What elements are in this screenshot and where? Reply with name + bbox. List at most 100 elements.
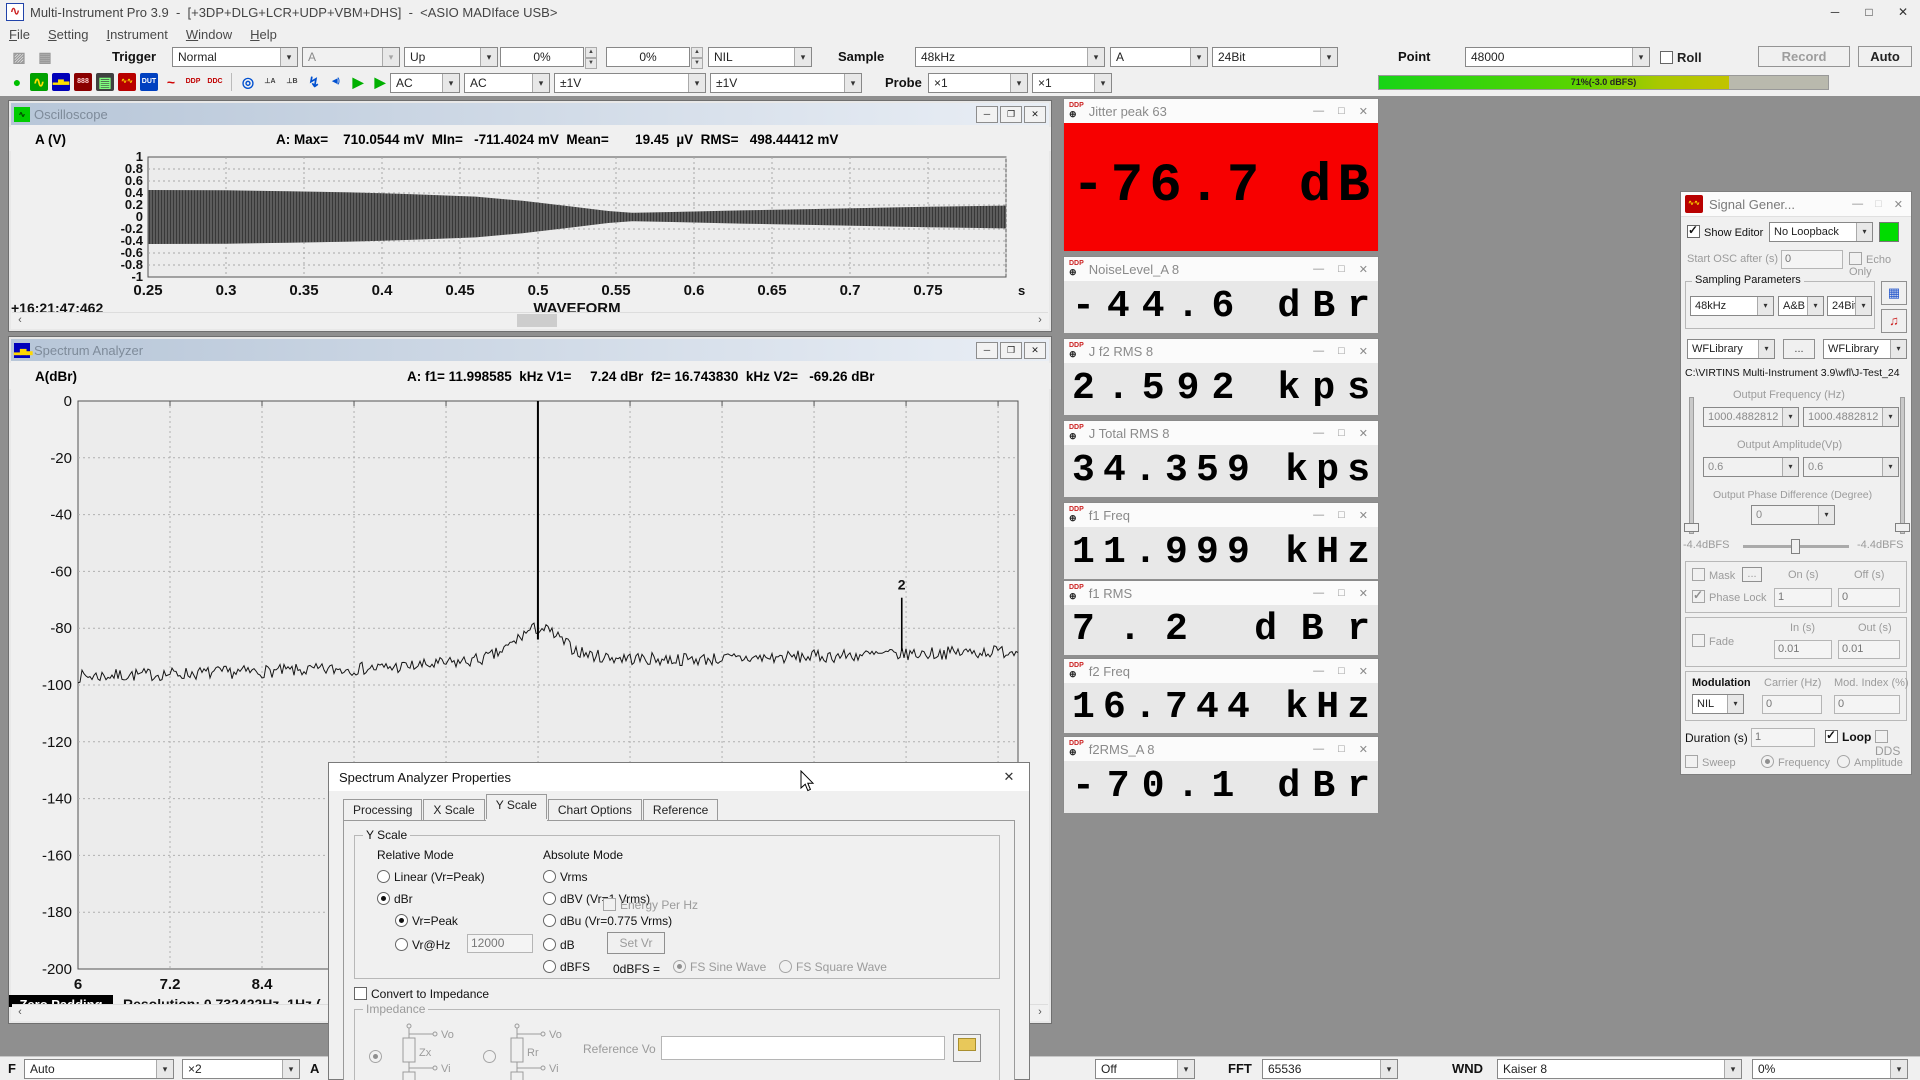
ddc-viewer-icon[interactable]: DDC <box>206 73 224 91</box>
siggen-rate-combo[interactable]: 48kHz <box>1690 296 1774 316</box>
menu-instrument[interactable]: Instrument <box>97 26 176 43</box>
reference-vo-input[interactable] <box>661 1036 945 1060</box>
marker-a-icon[interactable]: ⊥A <box>261 73 279 91</box>
maximize-icon[interactable]: □ <box>1852 1 1886 23</box>
fade-in-input[interactable]: 0.01 <box>1774 640 1832 659</box>
oscilloscope-plot[interactable]: 10.80.60.40.20-0.2-0.4-0.6-0.8-10.250.30… <box>9 151 1047 317</box>
ddp-close-icon[interactable]: ✕ <box>1359 665 1368 678</box>
marker-b-icon[interactable]: ⊥B <box>283 73 301 91</box>
ddp-close-icon[interactable]: ✕ <box>1359 263 1368 276</box>
menu-file[interactable]: File <box>0 26 39 43</box>
signal-generator-icon[interactable]: ∿∿ <box>118 73 136 91</box>
ddp-title-bar[interactable]: DDP⊕ f1 Freq — □ ✕ <box>1064 503 1378 527</box>
tab-x-scale[interactable]: X Scale <box>423 799 484 821</box>
ddp-close-icon[interactable]: ✕ <box>1359 743 1368 756</box>
trigger-edge-combo[interactable]: Up <box>404 47 498 67</box>
trigger-level-spinner[interactable]: 0%▲▼ <box>500 47 584 67</box>
dbfs-radio[interactable]: dBFS <box>543 960 590 974</box>
open-file-icon[interactable]: ▨ <box>10 48 28 66</box>
sweep-amplitude-radio[interactable]: Amplitude <box>1837 755 1903 769</box>
set-vr-button[interactable]: Set Vr <box>607 932 665 954</box>
amplitude-slider-b[interactable] <box>1900 397 1905 534</box>
spectrum-analyzer-icon[interactable]: ▂▅▃ <box>52 73 70 91</box>
ddp-title-bar[interactable]: DDP⊕ NoiseLevel_A 8 — □ ✕ <box>1064 257 1378 281</box>
roll-checkbox[interactable]: Roll <box>1660 50 1702 65</box>
auto-button[interactable]: Auto <box>1858 46 1912 67</box>
acquisition-mode-combo[interactable]: Auto <box>24 1059 174 1079</box>
ddp-maximize-icon[interactable]: □ <box>1338 427 1345 440</box>
phase-lock-checkbox[interactable]: Phase Lock <box>1692 590 1766 604</box>
siggen-channels-combo[interactable]: A&B <box>1778 296 1824 316</box>
ddp-close-icon[interactable]: ✕ <box>1359 587 1368 600</box>
minimize-icon[interactable]: ─ <box>1818 1 1852 23</box>
range-b-combo[interactable]: ±1V <box>710 73 862 93</box>
probe-b-combo[interactable]: ×1 <box>1032 73 1112 93</box>
spectrum-3d-plot-icon[interactable]: ▤ <box>96 73 114 91</box>
ddp-title-bar[interactable]: DDP⊕ f1 RMS — □ ✕ <box>1064 581 1378 605</box>
probe-a-combo[interactable]: ×1 <box>928 73 1028 93</box>
ddp-minimize-icon[interactable]: — <box>1313 105 1324 118</box>
db-radio[interactable]: dB <box>543 938 575 952</box>
mask-on-input[interactable]: 1 <box>1774 588 1832 607</box>
amplitude-slider-a[interactable] <box>1689 397 1694 534</box>
vr-hz-input[interactable]: 12000 <box>467 934 533 953</box>
oscilloscope-close-icon[interactable]: ✕ <box>1024 106 1046 123</box>
ddp-title-bar[interactable]: DDP⊕ J f2 RMS 8 — □ ✕ <box>1064 339 1378 363</box>
spectrum-minimize-icon[interactable]: ─ <box>976 342 998 359</box>
tab-chart-options[interactable]: Chart Options <box>548 799 642 821</box>
wf-library-b-combo[interactable]: WFLibrary <box>1823 339 1907 359</box>
ddp-minimize-icon[interactable]: — <box>1313 587 1324 600</box>
output-frequency-b-combo[interactable]: 1000.4882812 <box>1803 407 1899 427</box>
impedance-mode-2-radio[interactable] <box>483 1050 500 1064</box>
range-a-combo[interactable]: ±1V <box>554 73 706 93</box>
ddp-close-icon[interactable]: ✕ <box>1359 105 1368 118</box>
ddp-close-icon[interactable]: ✕ <box>1359 509 1368 522</box>
ddp-maximize-icon[interactable]: □ <box>1338 743 1345 756</box>
intra-frame-combo[interactable]: Off <box>1095 1059 1195 1079</box>
run-repeat-icon[interactable]: ▶ <box>371 73 389 91</box>
run-stop-indicator[interactable]: ● <box>8 73 26 91</box>
sweep-checkbox[interactable]: Sweep <box>1685 755 1736 769</box>
trigger-source-combo[interactable]: A <box>302 47 400 67</box>
sample-channel-combo[interactable]: A <box>1110 47 1208 67</box>
oscilloscope-restore-icon[interactable]: ❐ <box>1000 106 1022 123</box>
impedance-mode-1-radio[interactable] <box>369 1050 386 1064</box>
vrms-radio[interactable]: Vrms <box>543 870 588 884</box>
ddp-minimize-icon[interactable]: — <box>1313 345 1324 358</box>
spectrum-restore-icon[interactable]: ❐ <box>1000 342 1022 359</box>
siggen-minimize-icon[interactable]: — <box>1852 198 1863 211</box>
carrier-input[interactable]: 0 <box>1762 695 1822 714</box>
ddp-minimize-icon[interactable]: — <box>1313 509 1324 522</box>
dialog-close-icon[interactable]: ✕ <box>989 769 1029 785</box>
mask-off-input[interactable]: 0 <box>1838 588 1900 607</box>
wf-library-a-combo[interactable]: WFLibrary <box>1687 339 1775 359</box>
ddp-title-bar[interactable]: DDP⊕ f2RMS_A 8 — □ ✕ <box>1064 737 1378 761</box>
fft-size-combo[interactable]: 65536 <box>1262 1059 1398 1079</box>
oscilloscope-minimize-icon[interactable]: ─ <box>976 106 998 123</box>
zoom-factor-combo[interactable]: ×2 <box>182 1059 300 1079</box>
energy-per-hz-checkbox[interactable]: Energy Per Hz <box>603 898 698 912</box>
ddp-maximize-icon[interactable]: □ <box>1338 587 1345 600</box>
save-file-icon[interactable]: ▦ <box>36 48 54 66</box>
scroll-left-icon[interactable]: ‹ <box>12 1005 28 1020</box>
menu-setting[interactable]: Setting <box>39 26 97 43</box>
fs-sine-radio[interactable]: FS Sine Wave <box>673 960 766 974</box>
ddp-minimize-icon[interactable]: — <box>1313 427 1324 440</box>
ddp-maximize-icon[interactable]: □ <box>1338 345 1345 358</box>
signal-generator-title-bar[interactable]: ∿∿ Signal Gener... — □ ✕ <box>1681 192 1911 217</box>
browse-wf-button[interactable]: ... <box>1783 339 1815 359</box>
ddp-title-bar[interactable]: DDP⊕ J Total RMS 8 — □ ✕ <box>1064 421 1378 445</box>
convert-impedance-checkbox[interactable]: Convert to Impedance <box>354 987 489 1001</box>
sweep-frequency-radio[interactable]: Frequency <box>1761 755 1830 769</box>
close-icon[interactable]: ✕ <box>1886 1 1920 23</box>
dbu-radio[interactable]: dBu (Vr=0.775 Vrms) <box>543 914 672 928</box>
linear-radio[interactable]: Linear (Vr=Peak) <box>377 870 485 884</box>
fade-out-input[interactable]: 0.01 <box>1838 640 1900 659</box>
mod-index-input[interactable]: 0 <box>1834 695 1900 714</box>
browse-folder-icon[interactable] <box>953 1034 981 1062</box>
menu-window[interactable]: Window <box>177 26 241 43</box>
ddp-maximize-icon[interactable]: □ <box>1338 263 1345 276</box>
scroll-right-icon[interactable]: › <box>1032 1005 1048 1020</box>
dialog-title-bar[interactable]: Spectrum Analyzer Properties ✕ <box>329 763 1029 791</box>
output-phase-combo[interactable]: 0 <box>1751 505 1835 525</box>
